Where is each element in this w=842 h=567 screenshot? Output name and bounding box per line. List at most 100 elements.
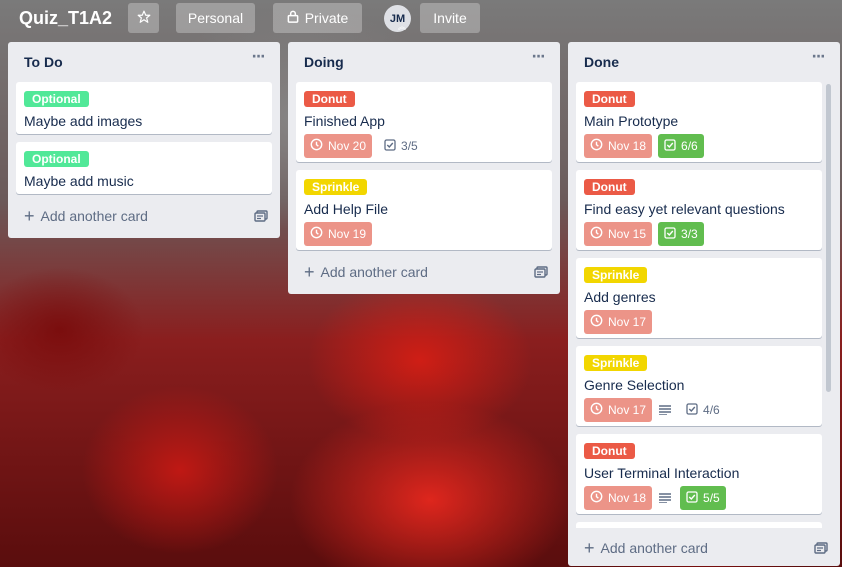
list-title[interactable]: To Do — [24, 54, 264, 70]
clock-icon — [590, 402, 603, 418]
list-doing: Doing ··· Donut Finished App Nov 20 3/5 … — [288, 42, 560, 294]
card-label: Donut — [584, 443, 635, 459]
card-title: Genre Selection — [584, 377, 685, 393]
checkbox-icon — [384, 138, 396, 154]
board-header: Quiz_T1A2 Personal Private JM ︽ Invite — [0, 0, 842, 38]
card[interactable]: Donut User Terminal Interaction Nov 18 5… — [576, 434, 822, 514]
card-label: Optional — [24, 151, 89, 167]
add-card-label: Add another card — [40, 208, 148, 224]
description-icon — [658, 486, 674, 510]
list-done: Done ··· Donut Main Prototype Nov 18 6/6… — [568, 42, 840, 566]
clock-icon — [590, 226, 603, 242]
card[interactable]: Donut Main Prototype Nov 18 6/6 — [576, 82, 822, 162]
card-label: Sprinkle — [304, 179, 368, 195]
add-card-button[interactable]: + Add another card — [16, 202, 272, 230]
card[interactable]: Sprinkle Add Help File Nov 19 — [296, 170, 552, 250]
checkbox-icon — [664, 226, 676, 242]
checkbox-icon — [686, 490, 698, 506]
due-date-badge[interactable]: Nov 18 — [584, 134, 653, 158]
card-template-icon[interactable] — [254, 209, 268, 225]
due-date-badge[interactable]: Nov 18 — [584, 486, 653, 510]
card-label: Sprinkle — [584, 267, 648, 283]
card[interactable]: Optional Maybe add images — [16, 82, 272, 134]
card-partial[interactable] — [576, 522, 822, 528]
card-label: Optional — [24, 91, 89, 107]
checklist-badge: 3/3 — [658, 222, 704, 246]
checklist-badge: 4/6 — [680, 398, 726, 422]
due-date-text: Nov 20 — [328, 139, 367, 153]
due-date-text: Nov 17 — [608, 315, 647, 329]
due-date-badge[interactable]: Nov 17 — [584, 310, 653, 334]
list-header: Done ··· — [568, 42, 840, 82]
lock-icon — [287, 10, 299, 26]
card[interactable]: Donut Find easy yet relevant questions N… — [576, 170, 822, 250]
invite-button[interactable]: Invite — [420, 3, 480, 33]
plus-icon: + — [584, 538, 595, 558]
card-title: Maybe add music — [24, 173, 134, 189]
board-title[interactable]: Quiz_T1A2 — [19, 8, 112, 29]
list-header: To Do ··· — [8, 42, 280, 82]
checklist-count: 3/5 — [401, 139, 418, 153]
plus-icon: + — [304, 262, 315, 282]
add-card-button[interactable]: + Add another card — [296, 258, 552, 286]
checklist-count: 4/6 — [703, 403, 720, 417]
card-title: Add genres — [584, 289, 656, 305]
list-scrollbar[interactable] — [826, 84, 831, 392]
card-title: Add Help File — [304, 201, 389, 217]
card-template-icon[interactable] — [814, 541, 828, 557]
card[interactable]: Donut Finished App Nov 20 3/5 — [296, 82, 552, 162]
done-cards-scroll[interactable]: Donut Main Prototype Nov 18 6/6 Donut Fi… — [568, 82, 840, 528]
card[interactable]: Sprinkle Add genres Nov 17 — [576, 258, 822, 338]
card-title: Finished App — [304, 113, 385, 129]
list-todo: To Do ··· Optional Maybe add images Opti… — [8, 42, 280, 238]
list-title[interactable]: Done — [584, 54, 824, 70]
list-menu-icon[interactable]: ··· — [248, 50, 268, 68]
clock-icon — [590, 314, 603, 330]
privacy-label: Private — [304, 10, 349, 26]
admin-chevron-icon: ︽ — [398, 22, 406, 31]
card-label: Sprinkle — [584, 355, 648, 371]
due-date-badge[interactable]: Nov 17 — [584, 398, 653, 422]
privacy-button[interactable]: Private — [273, 3, 362, 33]
team-visibility-button[interactable]: Personal — [176, 3, 255, 33]
list-menu-icon[interactable]: ··· — [528, 50, 548, 68]
clock-icon — [590, 138, 603, 154]
card-label: Donut — [584, 91, 635, 107]
card-template-icon[interactable] — [534, 265, 548, 281]
due-date-text: Nov 18 — [608, 139, 647, 153]
plus-icon: + — [24, 206, 35, 226]
clock-icon — [310, 138, 323, 154]
due-date-badge[interactable]: Nov 15 — [584, 222, 653, 246]
checklist-count: 6/6 — [681, 139, 698, 153]
card-title: Maybe add images — [24, 113, 143, 129]
invite-label: Invite — [433, 10, 467, 26]
due-date-badge[interactable]: Nov 19 — [304, 222, 373, 246]
card-label: Donut — [304, 91, 355, 107]
checklist-badge: 3/5 — [378, 134, 424, 158]
checklist-count: 5/5 — [703, 491, 720, 505]
card[interactable]: Optional Maybe add music — [16, 142, 272, 194]
add-card-label: Add another card — [320, 264, 428, 280]
checkbox-icon — [664, 138, 676, 154]
clock-icon — [310, 226, 323, 242]
star-icon — [137, 10, 151, 27]
list-menu-icon[interactable]: ··· — [808, 50, 828, 68]
card-title: Find easy yet relevant questions — [584, 201, 785, 217]
due-date-text: Nov 17 — [608, 403, 647, 417]
checklist-count: 3/3 — [681, 227, 698, 241]
team-label: Personal — [187, 10, 244, 26]
add-card-button[interactable]: + Add another card — [576, 534, 832, 562]
card-title: Main Prototype — [584, 113, 679, 129]
checklist-badge: 6/6 — [658, 134, 704, 158]
star-board-button[interactable] — [128, 3, 159, 33]
checkbox-icon — [686, 402, 698, 418]
card[interactable]: Sprinkle Genre Selection Nov 17 4/6 — [576, 346, 822, 426]
due-date-badge[interactable]: Nov 20 — [304, 134, 373, 158]
due-date-text: Nov 15 — [608, 227, 647, 241]
list-title[interactable]: Doing — [304, 54, 544, 70]
add-card-label: Add another card — [600, 540, 708, 556]
description-icon — [658, 398, 674, 422]
card-title: User Terminal Interaction — [584, 465, 740, 481]
card-label: Donut — [584, 179, 635, 195]
checklist-badge: 5/5 — [680, 486, 726, 510]
